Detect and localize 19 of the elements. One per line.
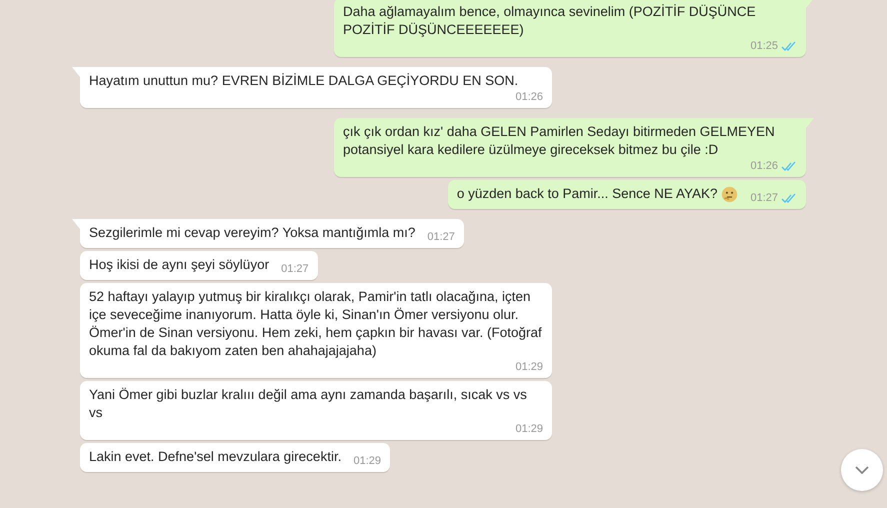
message-text: Sezgilerimle mi cevap vereyim? Yoksa mantığımla mı? — [89, 224, 416, 242]
message-text: Hayatım unuttun mu? EVREN BİZİMLE DALGA GEÇİYORDU EN SON. — [89, 72, 518, 90]
message-time: 01:29 — [353, 454, 381, 469]
chevron-down-icon — [855, 466, 869, 474]
message-time: 01:25 — [750, 39, 778, 54]
message-time: 01:27 — [281, 262, 309, 277]
message-time: 01:29 — [515, 422, 543, 437]
message-text: 52 haftayı yalayıp yutmuş bir kiralıkçı olarak, Pamir'in tatlı olacağına, içten içe seveceğime inanıyorum. Hatta öyle ki, Sinan'ın Ömer versiyonu olur. Ömer'in de Sinan versiyonu. Hem zeki, hem çapkın bir havası var. (Fotoğraf okuma fal da bakıyom zaten ben ahahajajajaha) — [89, 288, 543, 360]
message-text: Hoş ikisi de aynı şeyi söylüyor — [89, 256, 270, 274]
message-time: 01:26 — [750, 159, 778, 174]
message-text: çık çık ordan kız' daha GELEN Pamirlen Sedayı bitirmeden GELMEYEN potansiyel kara kedilere üzülmeye gireceksek bitmez bu çile :D — [343, 123, 776, 159]
message-text: Lakin evet. Defne'sel mevzulara girecektir. — [89, 448, 342, 466]
message-time: 01:26 — [515, 90, 543, 105]
message-time: 01:29 — [515, 360, 543, 375]
message-text: o yüzden back to Pamir... Sence NE AYAK? — [456, 185, 718, 203]
message-time: 01:27 — [750, 191, 778, 206]
message-text: Yani Ömer gibi buzlar kralııı değil ama aynı zamanda başarılı, sıcak vs vs vs — [89, 386, 528, 422]
message-text: Daha ağlamayalım bence, olmayınca sevinelim (POZİTİF DÜŞÜNCE POZİTİF DÜŞÜNCEEEEEEE) — [343, 3, 757, 39]
message-time: 01:27 — [427, 230, 455, 245]
